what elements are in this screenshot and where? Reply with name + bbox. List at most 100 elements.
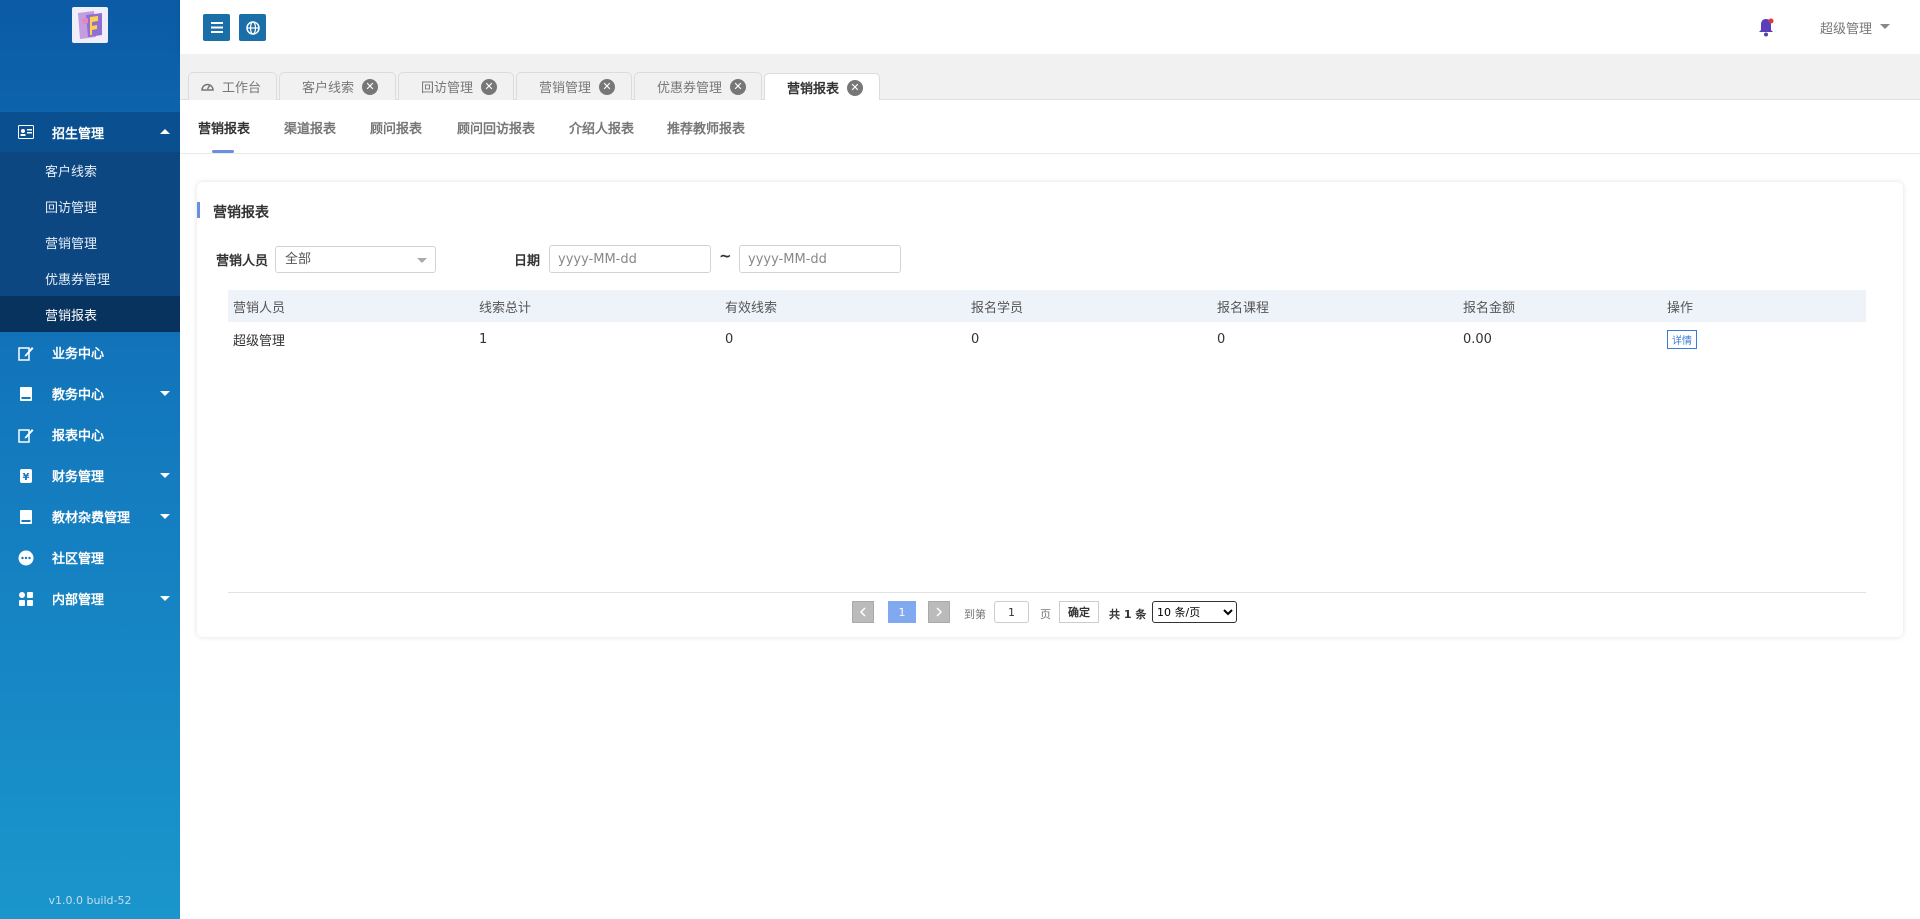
sidebar-item-marketing-report[interactable]: 营销报表 — [0, 296, 180, 332]
book-icon — [18, 509, 34, 525]
logo-icon — [78, 11, 102, 39]
date-start-input[interactable] — [549, 245, 711, 273]
column-header: 操作 — [1662, 290, 1866, 322]
tab-customer-leads[interactable]: 客户线索 ✕ — [279, 72, 396, 100]
report-card: 营销报表 营销人员 全部 日期 ~ 营销人员 线索总计 有效线索 报名学员 报名… — [197, 182, 1903, 637]
tab-marketing[interactable]: 营销管理 ✕ — [516, 72, 632, 100]
sidebar-item-label: 教务中心 — [52, 388, 105, 403]
sidebar-item-reports[interactable]: 报表中心 — [0, 414, 180, 455]
pagination: 1 到第 页 确定 共 1 条 10 条/页 — [197, 601, 1903, 625]
tab-followup[interactable]: 回访管理 ✕ — [398, 72, 514, 100]
column-header: 报名课程 — [1212, 290, 1458, 322]
column-header: 报名金额 — [1458, 290, 1662, 322]
chevron-down-icon — [160, 391, 170, 396]
report-subtabs: 营销报表 渠道报表 顾问报表 顾问回访报表 介绍人报表 推荐教师报表 — [180, 100, 1920, 154]
subtab-channel-report[interactable]: 渠道报表 — [284, 118, 336, 137]
cell-amount: 0.00 — [1463, 332, 1492, 347]
cell-staff: 超级管理 — [233, 334, 286, 349]
prev-page-button[interactable] — [852, 601, 874, 623]
sidebar-item-marketing[interactable]: 营销管理 — [0, 224, 180, 260]
pager-divider — [228, 592, 1866, 593]
hamburger-icon — [210, 22, 223, 33]
id-card-icon — [18, 124, 34, 140]
chevron-down-icon — [160, 473, 170, 478]
globe-icon — [245, 20, 260, 35]
subtab-consultant-followup-report[interactable]: 顾问回访报表 — [457, 118, 535, 137]
book-icon — [18, 386, 34, 402]
column-header: 有效线索 — [720, 290, 966, 322]
sidebar-item-label: 教材杂费管理 — [52, 511, 131, 526]
chevron-right-icon — [936, 607, 943, 617]
sidebar-item-coupons[interactable]: 优惠券管理 — [0, 260, 180, 296]
sidebar-menu: 招生管理 客户线索 回访管理 营销管理 优惠券管理 营销报表 业务中心 教务中心… — [0, 112, 180, 619]
chevron-down-icon — [1880, 24, 1890, 29]
page-tabs-bar: 工作台 客户线索 ✕ 回访管理 ✕ 营销管理 ✕ 优惠券管理 ✕ 营销报表 ✕ — [180, 54, 1920, 101]
top-header: 超级管理 — [180, 0, 1920, 54]
tab-label: 回访管理 — [421, 81, 474, 96]
cell-courses: 0 — [1217, 332, 1226, 347]
tab-coupons[interactable]: 优惠券管理 ✕ — [634, 72, 762, 100]
goto-confirm-button[interactable]: 确定 — [1059, 601, 1099, 623]
close-icon[interactable]: ✕ — [481, 78, 498, 95]
tab-label: 营销管理 — [539, 81, 592, 96]
detail-button[interactable]: 详情 — [1667, 330, 1697, 349]
cell-students: 0 — [971, 332, 980, 347]
report-table: 营销人员 线索总计 有效线索 报名学员 报名课程 报名金额 操作 超级管理 1 … — [228, 290, 1866, 357]
chevron-down-icon — [160, 596, 170, 601]
menu-toggle-button[interactable] — [203, 14, 230, 41]
chevron-left-icon — [859, 607, 866, 617]
column-header: 报名学员 — [966, 290, 1212, 322]
active-tab-indicator — [212, 150, 234, 153]
sidebar-item-label: 财务管理 — [52, 470, 105, 485]
chevron-up-icon — [160, 129, 170, 134]
dashboard-icon — [201, 80, 214, 93]
chat-bubble-icon — [18, 550, 34, 566]
next-page-button[interactable] — [928, 601, 950, 623]
sidebar-group-enrollment[interactable]: 招生管理 — [0, 112, 180, 152]
close-icon[interactable]: ✕ — [599, 78, 616, 95]
date-end-input[interactable] — [739, 245, 901, 273]
sidebar-item-label: 业务中心 — [52, 347, 105, 362]
grid-icon — [18, 591, 34, 607]
sidebar-item-label: 社区管理 — [52, 552, 105, 567]
close-icon[interactable]: ✕ — [362, 78, 379, 95]
sidebar-item-academic[interactable]: 教务中心 — [0, 373, 180, 414]
table-header-row: 营销人员 线索总计 有效线索 报名学员 报名课程 报名金额 操作 — [228, 290, 1866, 322]
sidebar-item-internal[interactable]: 内部管理 — [0, 578, 180, 619]
globe-button[interactable] — [239, 14, 266, 41]
sidebar: 招生管理 客户线索 回访管理 营销管理 优惠券管理 营销报表 业务中心 教务中心… — [0, 0, 180, 919]
sidebar-item-finance[interactable]: ¥ 财务管理 — [0, 455, 180, 496]
subtab-teacher-referral-report[interactable]: 推荐教师报表 — [667, 118, 745, 137]
subtab-marketing-report[interactable]: 营销报表 — [198, 118, 250, 137]
staff-select-value: 全部 — [285, 252, 312, 267]
staff-select[interactable]: 全部 — [275, 246, 436, 273]
sidebar-item-business[interactable]: 业务中心 — [0, 332, 180, 373]
sidebar-item-community[interactable]: 社区管理 — [0, 537, 180, 578]
sidebar-group-label: 招生管理 — [52, 126, 105, 142]
notification-bell-icon[interactable] — [1757, 17, 1775, 37]
sidebar-submenu: 客户线索 回访管理 营销管理 优惠券管理 营销报表 — [0, 152, 180, 332]
edit-icon — [18, 345, 34, 361]
card-title: 营销报表 — [213, 205, 269, 221]
user-menu[interactable]: 超级管理 — [1820, 18, 1872, 37]
sidebar-item-customer-leads[interactable]: 客户线索 — [0, 152, 180, 188]
close-icon[interactable]: ✕ — [730, 78, 747, 95]
tab-dashboard[interactable]: 工作台 — [188, 72, 277, 100]
subtab-referrer-report[interactable]: 介绍人报表 — [569, 118, 634, 137]
column-header: 营销人员 — [228, 290, 474, 322]
date-filter-label: 日期 — [514, 254, 541, 269]
yuan-icon: ¥ — [18, 468, 34, 484]
logo[interactable] — [72, 7, 108, 43]
tab-label: 优惠券管理 — [657, 81, 723, 96]
sidebar-item-materials[interactable]: 教材杂费管理 — [0, 496, 180, 537]
sidebar-item-followup[interactable]: 回访管理 — [0, 188, 180, 224]
report-edit-icon — [18, 427, 34, 443]
title-accent-bar — [197, 202, 200, 218]
goto-page-input[interactable] — [994, 601, 1029, 623]
tab-marketing-report[interactable]: 营销报表 ✕ — [764, 73, 880, 101]
page-number-button[interactable]: 1 — [888, 601, 916, 623]
date-separator: ~ — [719, 247, 732, 265]
close-icon[interactable]: ✕ — [847, 79, 864, 96]
subtab-consultant-report[interactable]: 顾问报表 — [370, 118, 422, 137]
page-size-select[interactable]: 10 条/页 — [1152, 601, 1237, 623]
